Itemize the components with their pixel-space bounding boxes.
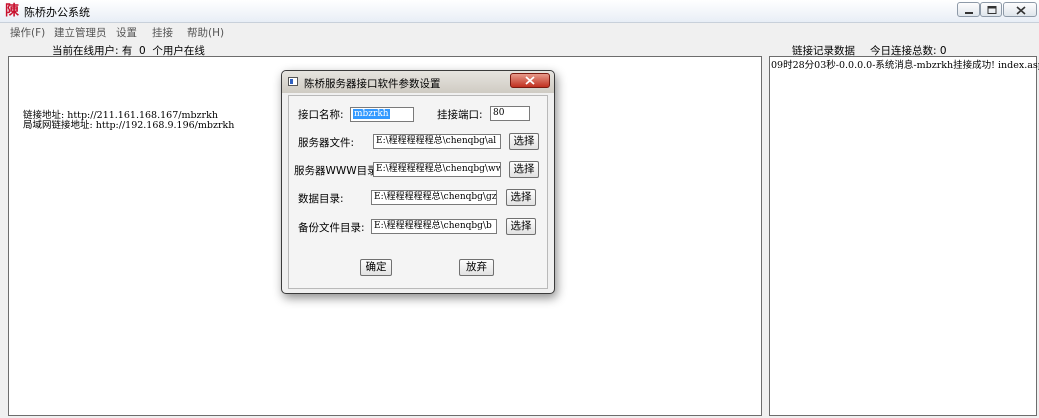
server-file-choose-button[interactable]: 选择: [509, 133, 539, 150]
data-dir-input[interactable]: E:\程程程程程总\chenqbg\gz: [371, 190, 497, 205]
minimize-icon: [965, 12, 973, 14]
connection-log-list[interactable]: 09时28分03秒-0.0.0.0-系统消息-mbzrkh挂接成功! index…: [769, 56, 1039, 416]
port-input[interactable]: 80: [490, 106, 530, 121]
backup-dir-choose-button[interactable]: 选择: [506, 218, 536, 235]
minimize-button[interactable]: [957, 2, 980, 17]
ok-button[interactable]: 确定: [360, 259, 392, 276]
dialog-close-button[interactable]: [510, 73, 550, 88]
port-label: 挂接端口:: [437, 109, 483, 121]
close-icon: [1016, 6, 1026, 15]
restore-icon: [987, 6, 997, 14]
data-dir-label: 数据目录:: [298, 193, 344, 205]
status-line: 当前在线用户: 有 0 个用户在线 链接记录数据 今日连接总数: 0: [0, 40, 1039, 57]
dialog-body: 接口名称: mbzrkh 挂接端口: 80 服务器文件: E:\程程程程程总\c…: [288, 95, 548, 289]
close-button[interactable]: [1003, 2, 1037, 17]
backup-dir-input[interactable]: E:\程程程程程总\chenqbg\b: [371, 219, 497, 234]
log-line: 09时28分03秒-0.0.0.0-系统消息-mbzrkh挂接成功! index…: [771, 60, 1039, 71]
server-file-label: 服务器文件:: [298, 137, 355, 149]
app-logo-icon: 陳: [5, 3, 19, 19]
lan-link-address-text: 局域网链接地址: http://192.168.9.196/mbzrkh: [23, 120, 235, 131]
menu-item-create-admin[interactable]: 建立管理员: [54, 25, 107, 40]
dialog-title: 陈桥服务器接口软件参数设置: [304, 78, 441, 90]
menu-item-operate[interactable]: 操作(F): [10, 25, 45, 40]
dialog-window-icon: [288, 77, 298, 86]
settings-dialog: 陈桥服务器接口软件参数设置 接口名称: mbzrkh 挂接端口: 80 服务器文…: [281, 70, 555, 294]
menu-bar: 操作(F) 建立管理员 设置 挂接 帮助(H): [0, 23, 1039, 39]
window-titlebar: 陳 陈桥办公系统: [0, 0, 1039, 23]
server-file-input[interactable]: E:\程程程程程总\chenqbg\al: [373, 134, 501, 149]
cancel-button[interactable]: 放弃: [459, 259, 494, 276]
interface-name-input[interactable]: mbzrkh: [350, 107, 414, 122]
interface-name-label: 接口名称:: [298, 109, 344, 121]
data-dir-choose-button[interactable]: 选择: [506, 189, 536, 206]
menu-item-settings[interactable]: 设置: [116, 25, 137, 40]
menu-item-help[interactable]: 帮助(H): [187, 25, 224, 40]
dialog-titlebar: 陈桥服务器接口软件参数设置: [282, 71, 554, 93]
server-www-input[interactable]: E:\程程程程程总\chenqbg\ww: [373, 162, 501, 177]
server-www-choose-button[interactable]: 选择: [509, 161, 539, 178]
window-title: 陈桥办公系统: [24, 6, 90, 19]
restore-button[interactable]: [980, 2, 1002, 17]
interface-name-value: mbzrkh: [353, 109, 390, 119]
server-www-label: 服务器WWW目录:: [294, 165, 382, 177]
close-icon: [525, 76, 535, 85]
backup-dir-label: 备份文件目录:: [298, 222, 365, 234]
menu-item-mount[interactable]: 挂接: [152, 25, 173, 40]
